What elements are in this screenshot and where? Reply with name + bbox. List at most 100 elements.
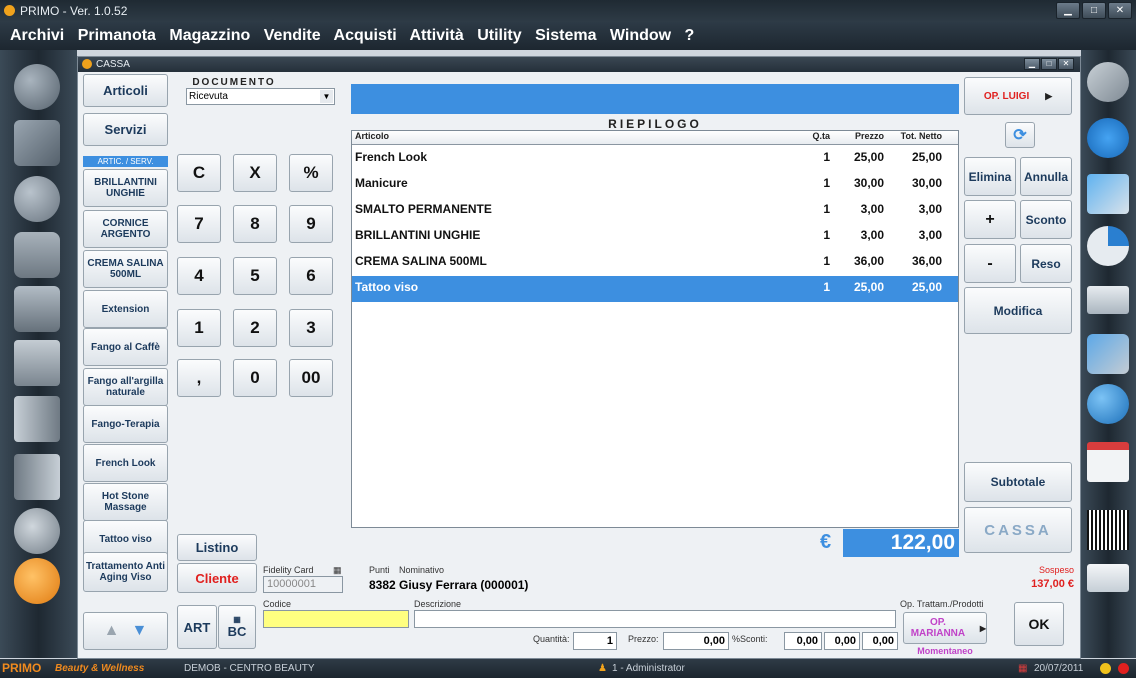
art-button[interactable]: ART: [177, 605, 217, 649]
printer-icon[interactable]: [14, 286, 60, 332]
refresh-icon[interactable]: ⟳: [1005, 122, 1035, 148]
sconto3-input[interactable]: 0,00: [862, 632, 898, 650]
arrow-right-icon[interactable]: [14, 454, 60, 500]
minus-button[interactable]: -: [964, 244, 1016, 283]
menu-vendite[interactable]: Vendite: [264, 27, 321, 44]
bc-button[interactable]: ▦ BC: [218, 605, 256, 649]
key-9[interactable]: 9: [289, 205, 333, 243]
euro-icon[interactable]: [1087, 118, 1129, 158]
category-fango-caffe[interactable]: Fango al Caffè: [83, 328, 168, 366]
elimina-button[interactable]: Elimina: [964, 157, 1016, 196]
window-minimize-button[interactable]: ▁: [1024, 58, 1040, 70]
notepad-icon[interactable]: [1087, 174, 1129, 214]
op-luigi-button[interactable]: OP. LUIGI ▶: [964, 77, 1072, 115]
key-00[interactable]: 00: [289, 359, 333, 397]
codice-input[interactable]: [263, 610, 409, 628]
sconto1-input[interactable]: 0,00: [784, 632, 822, 650]
prezzo-input[interactable]: 0,00: [663, 632, 729, 650]
reso-button[interactable]: Reso: [1020, 244, 1072, 283]
category-anti-aging[interactable]: Trattamento Anti Aging Viso: [83, 552, 168, 592]
menu-primanota[interactable]: Primanota: [78, 27, 156, 44]
ok-button[interactable]: OK: [1014, 602, 1064, 646]
servizi-button[interactable]: Servizi: [83, 113, 168, 146]
key-5[interactable]: 5: [233, 257, 277, 295]
category-fango-terapia[interactable]: Fango-Terapia: [83, 405, 168, 443]
quantita-input[interactable]: 1: [573, 632, 617, 650]
category-hot-stone[interactable]: Hot Stone Massage: [83, 483, 168, 521]
search-icon[interactable]: [14, 508, 60, 554]
chevron-down-icon[interactable]: ▼: [320, 90, 333, 103]
table-row[interactable]: CREMA SALINA 500ML 1 36,00 36,00: [352, 250, 958, 276]
window-close-button[interactable]: ✕: [1058, 58, 1074, 70]
barcode-icon[interactable]: [1087, 510, 1129, 550]
cassa-button[interactable]: CASSA: [964, 507, 1072, 553]
listino-button[interactable]: Listino: [177, 534, 257, 561]
articoli-button[interactable]: Articoli: [83, 74, 168, 107]
op-marianna-label: OP. MARIANNA: [910, 617, 966, 639]
edit-icon[interactable]: [14, 120, 60, 166]
power-icon[interactable]: [14, 558, 60, 604]
descrizione-input[interactable]: [414, 610, 896, 628]
menu-help[interactable]: ?: [685, 27, 695, 44]
key-1[interactable]: 1: [177, 309, 221, 347]
menu-archivi[interactable]: Archivi: [10, 27, 64, 44]
menu-attivita[interactable]: Attività: [410, 27, 464, 44]
card-icon[interactable]: [1087, 286, 1129, 314]
sconto-button[interactable]: Sconto: [1020, 200, 1072, 239]
category-extension[interactable]: Extension: [83, 290, 168, 328]
window-maximize-button[interactable]: □: [1041, 58, 1057, 70]
globe-icon[interactable]: [1087, 384, 1129, 424]
translate-icon[interactable]: [14, 340, 60, 386]
menu-utility[interactable]: Utility: [477, 27, 521, 44]
menu-acquisti[interactable]: Acquisti: [334, 27, 397, 44]
close-button[interactable]: ✕: [1108, 2, 1132, 19]
op-marianna-button[interactable]: OP. MARIANNA ▶: [903, 612, 987, 644]
menu-sistema[interactable]: Sistema: [535, 27, 596, 44]
plus-button[interactable]: +: [964, 200, 1016, 239]
trash-icon[interactable]: [14, 232, 60, 278]
key-icon[interactable]: [1087, 62, 1129, 102]
menu-magazzino[interactable]: Magazzino: [169, 27, 250, 44]
add-icon[interactable]: [14, 64, 60, 110]
menu-window[interactable]: Window: [610, 27, 671, 44]
annulla-button[interactable]: Annulla: [1020, 157, 1072, 196]
confirm-icon[interactable]: [14, 176, 60, 222]
key-percent[interactable]: %: [289, 154, 333, 192]
sconto2-input[interactable]: 0,00: [824, 632, 860, 650]
key-7[interactable]: 7: [177, 205, 221, 243]
key-c[interactable]: C: [177, 154, 221, 192]
category-cornice[interactable]: CORNICE ARGENTO: [83, 210, 168, 248]
tools-icon[interactable]: [1087, 334, 1129, 374]
table-row[interactable]: Manicure 1 30,00 30,00: [352, 172, 958, 198]
modifica-button[interactable]: Modifica: [964, 287, 1072, 334]
key-x[interactable]: X: [233, 154, 277, 192]
table-row[interactable]: BRILLANTINI UNGHIE 1 3,00 3,00: [352, 224, 958, 250]
category-french-look[interactable]: French Look: [83, 444, 168, 482]
table-row[interactable]: French Look 1 25,00 25,00: [352, 146, 958, 172]
key-6[interactable]: 6: [289, 257, 333, 295]
calendar-icon[interactable]: [1087, 442, 1129, 482]
caret-right-icon: ▶: [979, 623, 986, 633]
scroll-down-icon[interactable]: ▼: [132, 622, 148, 640]
visa-icon[interactable]: [1087, 564, 1129, 592]
key-3[interactable]: 3: [289, 309, 333, 347]
subtotale-button[interactable]: Subtotale: [964, 462, 1072, 502]
key-0[interactable]: 0: [233, 359, 277, 397]
category-crema[interactable]: CREMA SALINA 500ML: [83, 250, 168, 288]
maximize-button[interactable]: □: [1082, 2, 1106, 19]
key-comma[interactable]: ,: [177, 359, 221, 397]
scroll-up-icon[interactable]: ▲: [104, 622, 120, 640]
minimize-button[interactable]: ▁: [1056, 2, 1080, 19]
key-8[interactable]: 8: [233, 205, 277, 243]
documento-select[interactable]: Ricevuta ▼: [186, 88, 335, 105]
pie-chart-icon[interactable]: [1087, 226, 1129, 266]
category-brillantini[interactable]: BRILLANTINI UNGHIE: [83, 169, 168, 207]
table-row-selected[interactable]: Tattoo viso 1 25,00 25,00: [352, 276, 958, 302]
cliente-button[interactable]: Cliente: [177, 563, 257, 593]
key-2[interactable]: 2: [233, 309, 277, 347]
category-fango-argilla[interactable]: Fango all'argilla naturale: [83, 368, 168, 406]
arrow-left-icon[interactable]: [14, 396, 60, 442]
table-row[interactable]: SMALTO PERMANENTE 1 3,00 3,00: [352, 198, 958, 224]
key-4[interactable]: 4: [177, 257, 221, 295]
fidelity-field[interactable]: 10000001: [263, 576, 343, 593]
